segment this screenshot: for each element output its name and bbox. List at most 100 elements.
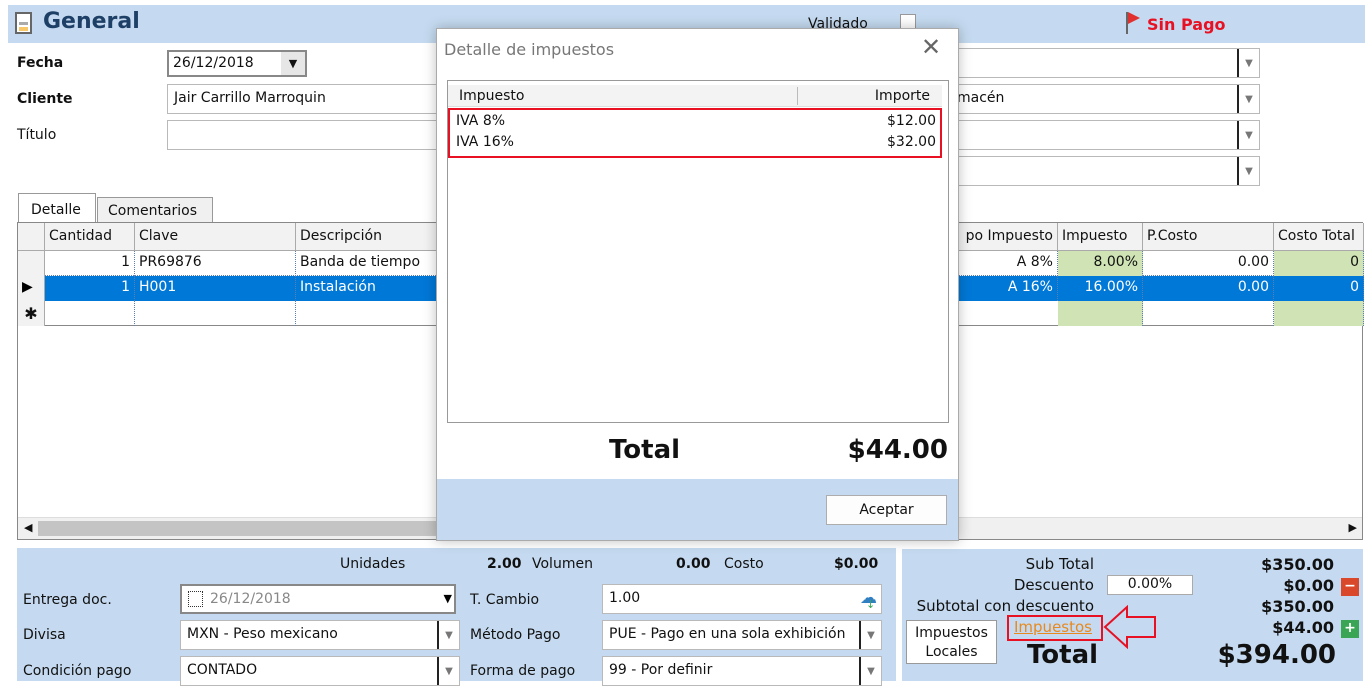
col-clave[interactable]: Clave xyxy=(135,223,296,251)
tax-list[interactable]: Impuesto Importe IVA 8% $12.00 IVA 16% $… xyxy=(447,80,949,423)
fecha-picker[interactable]: 26/12/2018 ▼ xyxy=(167,50,307,77)
entrega-picker[interactable]: 26/12/2018 ▼ xyxy=(180,584,456,614)
costo-label: Costo xyxy=(724,556,764,572)
tab-comentarios[interactable]: Comentarios xyxy=(97,197,213,222)
forma-combo[interactable]: 99 - Por definir ▼ xyxy=(602,656,882,686)
tab-label: Comentarios xyxy=(108,203,198,219)
col-importe[interactable]: Importe xyxy=(875,88,930,104)
impuestos-locales-button[interactable]: Impuestos Locales xyxy=(906,620,997,664)
cliente-input[interactable]: Jair Carrillo Marroquin xyxy=(167,84,447,114)
subtotal-label: Sub Total xyxy=(1025,555,1094,573)
tax-amount: $32.00 xyxy=(887,134,936,150)
cell-impuesto[interactable]: 16.00% xyxy=(1058,276,1143,301)
combo-value: macén xyxy=(957,90,1005,106)
divisa-combo[interactable]: MXN - Peso mexicano ▼ xyxy=(180,620,460,650)
tcambio-input[interactable]: 1.00 ☁ ↓ xyxy=(602,584,882,614)
unidades-label: Unidades xyxy=(340,556,406,572)
volumen-label: Volumen xyxy=(532,556,593,572)
tab-detalle[interactable]: Detalle xyxy=(18,193,96,223)
cell-clave[interactable] xyxy=(135,301,296,326)
condicion-label: Condición pago xyxy=(23,663,132,679)
tax-name: IVA 16% xyxy=(456,134,514,150)
cell-costo-total[interactable]: 0 xyxy=(1274,276,1364,301)
chevron-down-icon[interactable]: ▼ xyxy=(1237,85,1259,113)
right-combo-1[interactable]: ▼ xyxy=(940,48,1260,78)
entrega-label: Entrega doc. xyxy=(23,592,112,608)
tab-label: Detalle xyxy=(31,202,81,218)
metodo-combo[interactable]: PUE - Pago en una sola exhibición ▼ xyxy=(602,620,882,650)
forma-value: 99 - Por definir xyxy=(609,662,713,678)
condicion-combo[interactable]: CONTADO ▼ xyxy=(180,656,460,686)
volumen-value: 0.00 xyxy=(676,556,711,572)
condicion-value: CONTADO xyxy=(187,662,258,678)
aceptar-button[interactable]: Aceptar xyxy=(826,495,947,525)
cell-impuesto[interactable] xyxy=(1058,301,1143,326)
dialog-total-value: $44.00 xyxy=(847,435,948,465)
chevron-down-icon[interactable]: ▼ xyxy=(1237,49,1259,77)
scroll-left-icon[interactable]: ◀ xyxy=(24,521,32,534)
cell-clave[interactable]: PR69876 xyxy=(135,251,296,276)
dialog-title: Detalle de impuestos xyxy=(444,40,615,59)
tcambio-value: 1.00 xyxy=(609,590,641,606)
current-row-arrow-icon[interactable]: ▶ xyxy=(18,276,45,301)
list-item[interactable]: IVA 8% $12.00 xyxy=(456,113,936,133)
costo-value: $0.00 xyxy=(834,556,879,572)
entrega-checkbox[interactable] xyxy=(188,591,203,607)
status-label: Sin Pago xyxy=(1147,15,1226,34)
subtotal-descuento-value: $350.00 xyxy=(1261,597,1334,616)
remove-discount-minus-icon[interactable]: − xyxy=(1341,578,1359,596)
col-impuesto[interactable]: Impuesto xyxy=(459,88,525,104)
total-label: Total xyxy=(1027,640,1099,670)
right-combo-3[interactable]: ▼ xyxy=(940,120,1260,150)
titulo-input[interactable] xyxy=(167,120,447,150)
impuestos-link[interactable]: Impuestos xyxy=(1014,618,1092,636)
cell-impuesto[interactable]: 8.00% xyxy=(1058,251,1143,276)
impuestos-value: $44.00 xyxy=(1272,618,1334,637)
total-value: $394.00 xyxy=(1217,640,1336,670)
chevron-down-icon[interactable]: ▼ xyxy=(1237,157,1259,185)
subtotal-value: $350.00 xyxy=(1261,555,1334,574)
titulo-label: Título xyxy=(17,127,57,143)
list-item[interactable]: IVA 16% $32.00 xyxy=(456,134,936,154)
add-tax-plus-icon[interactable]: + xyxy=(1341,620,1359,638)
tax-detail-dialog: Detalle de impuestos ✕ Impuesto Importe … xyxy=(436,28,959,541)
row-header[interactable] xyxy=(18,251,45,276)
chevron-down-icon[interactable]: ▼ xyxy=(437,621,459,649)
cloud-download-icon[interactable]: ☁ ↓ xyxy=(860,588,877,611)
subtotal-descuento-label: Subtotal con descuento xyxy=(916,597,1094,615)
cell-pcosto[interactable]: 0.00 xyxy=(1143,276,1274,301)
scroll-right-icon[interactable]: ▶ xyxy=(1349,521,1357,534)
cell-cantidad[interactable]: 1 xyxy=(45,251,135,276)
cell-pcosto[interactable]: 0.00 xyxy=(1143,251,1274,276)
chevron-down-icon[interactable]: ▼ xyxy=(859,621,881,649)
col-costo-total[interactable]: Costo Total xyxy=(1274,223,1364,251)
right-combo-4[interactable]: ▼ xyxy=(940,156,1260,186)
scrollbar-thumb[interactable] xyxy=(38,521,498,536)
almacen-combo[interactable]: macén ▼ xyxy=(940,84,1260,114)
chevron-down-icon[interactable]: ▼ xyxy=(444,592,452,605)
descuento-input[interactable]: 0.00% xyxy=(1107,575,1193,595)
cell-clave[interactable]: H001 xyxy=(135,276,296,301)
chevron-down-icon[interactable]: ▼ xyxy=(1237,121,1259,149)
cell-costo-total[interactable]: 0 xyxy=(1274,251,1364,276)
col-cantidad[interactable]: Cantidad xyxy=(45,223,135,251)
cell-cantidad[interactable]: 1 xyxy=(45,276,135,301)
metodo-value: PUE - Pago en una sola exhibición xyxy=(609,626,846,642)
close-icon[interactable]: ✕ xyxy=(921,33,941,61)
forma-label: Forma de pago xyxy=(470,663,576,679)
col-impuesto[interactable]: Impuesto xyxy=(1058,223,1143,251)
cell-pcosto[interactable] xyxy=(1143,301,1274,326)
chevron-down-icon[interactable]: ▼ xyxy=(281,52,305,75)
col-pcosto[interactable]: P.Costo xyxy=(1143,223,1274,251)
tax-name: IVA 8% xyxy=(456,113,506,129)
descuento-value: $0.00 xyxy=(1283,576,1334,595)
page-title: General xyxy=(43,9,140,34)
document-icon xyxy=(15,12,32,34)
cell-cantidad[interactable] xyxy=(45,301,135,326)
entrega-value: 26/12/2018 xyxy=(210,591,291,607)
cell-costo-total[interactable] xyxy=(1274,301,1364,326)
row-header-corner xyxy=(18,223,45,251)
dialog-total-label: Total xyxy=(609,435,681,465)
divisa-label: Divisa xyxy=(23,627,66,643)
metodo-label: Método Pago xyxy=(470,627,561,643)
